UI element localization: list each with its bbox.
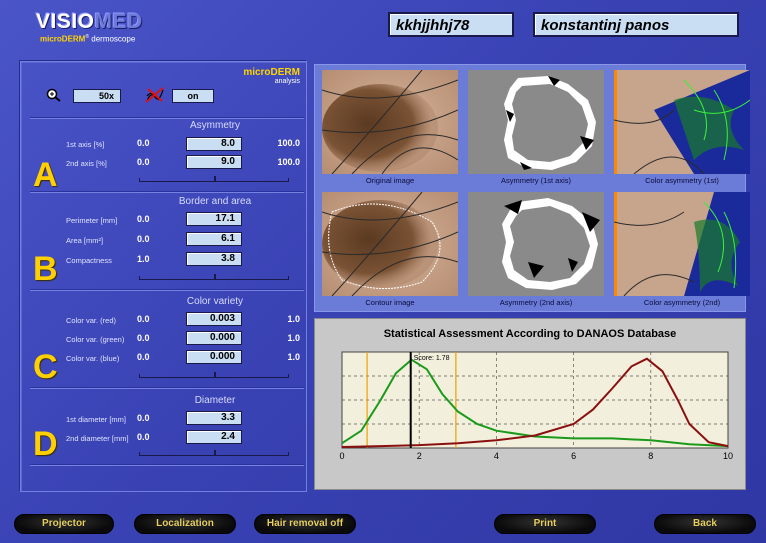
danaos-chart: Score: 1.78 0 2 4 6 8 10 xyxy=(339,351,733,461)
slider-knob[interactable] xyxy=(214,372,216,378)
x-tick-label: 0 xyxy=(339,451,344,461)
asymmetry-title: Asymmetry xyxy=(190,120,240,131)
x-tick-label: 8 xyxy=(648,451,653,461)
section-divider xyxy=(30,117,304,119)
color-green-value[interactable]: 0.000 xyxy=(186,331,242,345)
row-max: 100.0 xyxy=(277,138,300,148)
color-asymmetry1-image[interactable] xyxy=(614,70,750,174)
x-tick-label: 2 xyxy=(417,451,422,461)
print-button[interactable]: Print xyxy=(494,514,596,534)
brand-sub: analysis xyxy=(274,78,300,85)
section-letter-c: C xyxy=(33,348,58,386)
patient-name-field[interactable]: konstantinj panos xyxy=(533,12,739,37)
row-label: 2nd axis [%] xyxy=(66,159,107,168)
section-divider xyxy=(30,289,304,291)
diameter2-value[interactable]: 2.4 xyxy=(186,430,242,444)
image-caption: Contour image xyxy=(365,298,415,307)
asymmetry-axis2-image[interactable] xyxy=(468,192,604,296)
x-tick-label: 6 xyxy=(571,451,576,461)
hair-removal-button[interactable]: Hair removal off xyxy=(254,514,356,534)
microderm-analysis-logo: microDERM analysis xyxy=(232,67,300,85)
row-max: 1.0 xyxy=(287,352,300,362)
original-image[interactable] xyxy=(322,70,458,174)
row-min: 0.0 xyxy=(137,413,150,423)
row-label: 1st axis [%] xyxy=(66,140,105,149)
magnifier-icon xyxy=(46,88,61,102)
row-min: 0.0 xyxy=(137,432,150,442)
row-min: 0.0 xyxy=(137,333,150,343)
diameter-slider[interactable] xyxy=(139,450,289,456)
asym-axis2-value[interactable]: 9.0 xyxy=(186,155,242,169)
section-letter-d: D xyxy=(33,425,58,463)
contour-image[interactable] xyxy=(322,192,458,296)
row-min: 0.0 xyxy=(137,214,150,224)
brand-main: microDERM xyxy=(243,67,300,78)
diameter-title: Diameter xyxy=(194,395,236,406)
row-max: 1.0 xyxy=(287,333,300,343)
hair-removal-icon xyxy=(145,87,164,103)
border-area-title: Border and area xyxy=(178,196,252,207)
x-tick-label: 10 xyxy=(723,451,733,461)
score-label: Score: 1.78 xyxy=(414,355,450,362)
row-max: 100.0 xyxy=(277,157,300,167)
image-caption: Color asymmetry (1st) xyxy=(645,176,719,185)
section-divider xyxy=(30,191,304,193)
back-button[interactable]: Back xyxy=(654,514,756,534)
slider-knob[interactable] xyxy=(214,274,216,280)
localization-button[interactable]: Localization xyxy=(134,514,236,534)
row-min: 0.0 xyxy=(137,138,150,148)
color-blue-value[interactable]: 0.000 xyxy=(186,350,242,364)
zoom-level-value[interactable]: 50x xyxy=(73,89,121,103)
row-label: 1st diameter [mm] xyxy=(66,415,127,424)
row-label: Color var. (red) xyxy=(66,316,117,325)
x-tick-label: 4 xyxy=(494,451,499,461)
row-min: 1.0 xyxy=(137,254,150,264)
image-caption: Original image xyxy=(365,176,415,185)
color-slider[interactable] xyxy=(139,372,289,378)
image-caption: Asymmetry (1st axis) xyxy=(500,176,571,185)
asym-axis1-value[interactable]: 8.0 xyxy=(186,137,242,151)
section-letter-b: B xyxy=(33,250,58,288)
row-max: 1.0 xyxy=(287,314,300,324)
row-label: Compactness xyxy=(66,256,112,265)
logo-wordmark: VISIOMED xyxy=(36,10,143,33)
slider-knob[interactable] xyxy=(214,450,216,456)
section-letter-a: A xyxy=(33,156,58,194)
image-caption: Color asymmetry (2nd) xyxy=(643,298,721,307)
row-label: Area [mm²] xyxy=(66,236,104,245)
image-caption: Asymmetry (2nd axis) xyxy=(499,298,573,307)
perimeter-value[interactable]: 17.1 xyxy=(186,212,242,226)
diameter1-value[interactable]: 3.3 xyxy=(186,411,242,425)
visiomed-logo: VISIOMED microDERM® dermoscope xyxy=(36,10,156,46)
row-label: Perimeter [mm] xyxy=(66,216,118,225)
color-variety-title: Color variety xyxy=(186,296,244,307)
patient-id-field[interactable]: kkhjjhhj78 xyxy=(388,12,514,37)
hair-removal-value[interactable]: on xyxy=(172,89,214,103)
row-label: Color var. (blue) xyxy=(66,354,120,363)
logo-tagline: microDERM® dermoscope xyxy=(40,34,136,44)
row-min: 0.0 xyxy=(137,157,150,167)
section-divider xyxy=(30,464,304,466)
color-asymmetry2-image[interactable] xyxy=(614,192,750,296)
compactness-value[interactable]: 3.8 xyxy=(186,252,242,266)
row-label: Color var. (green) xyxy=(66,335,125,344)
asymmetry-axis1-image[interactable] xyxy=(468,70,604,174)
area-value[interactable]: 6.1 xyxy=(186,232,242,246)
projector-button[interactable]: Projector xyxy=(14,514,114,534)
border-slider[interactable] xyxy=(139,274,289,280)
row-min: 0.0 xyxy=(137,352,150,362)
row-min: 0.0 xyxy=(137,234,150,244)
slider-knob[interactable] xyxy=(214,176,216,182)
section-divider xyxy=(30,387,304,389)
row-label: 2nd diameter [mm] xyxy=(66,434,129,443)
asymmetry-slider[interactable] xyxy=(139,176,289,182)
color-red-value[interactable]: 0.003 xyxy=(186,312,242,326)
row-min: 0.0 xyxy=(137,314,150,324)
